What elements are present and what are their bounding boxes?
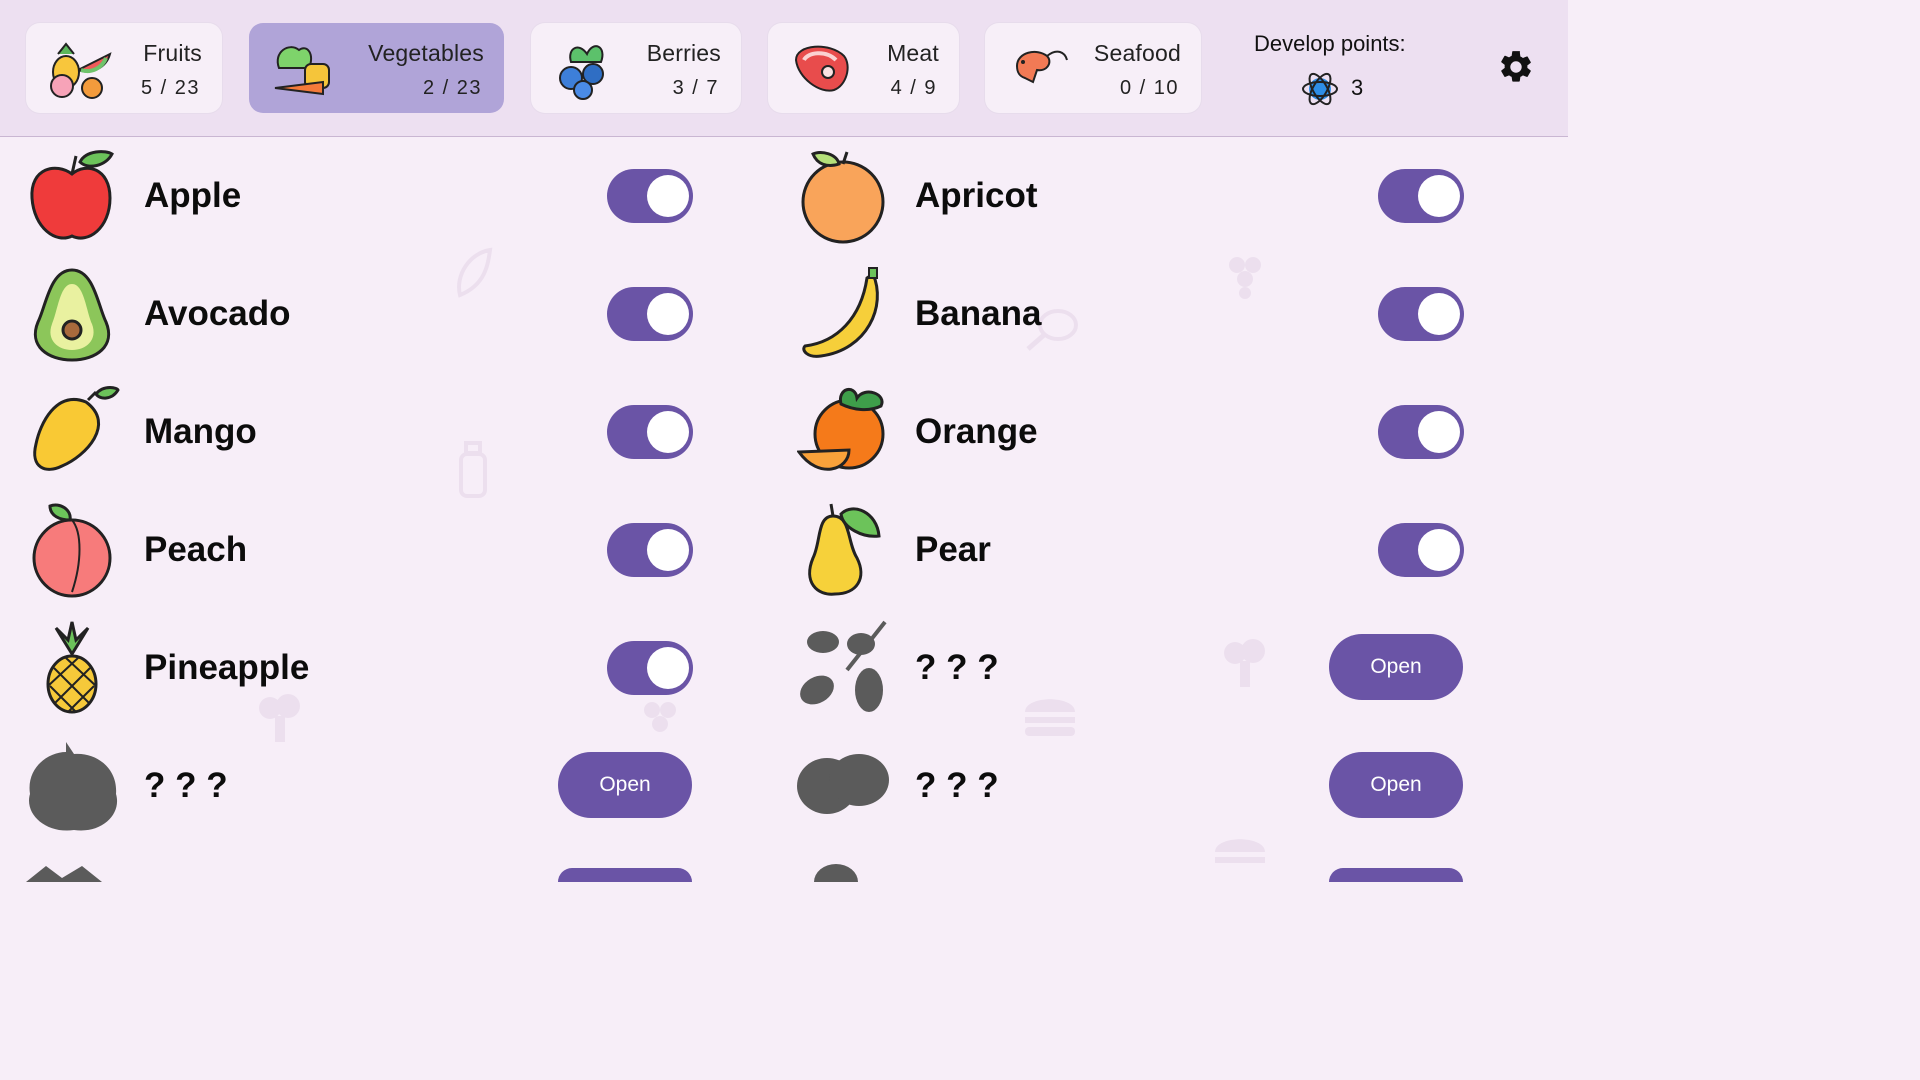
orange-icon xyxy=(797,388,885,471)
list-item-avocado: Avocado xyxy=(26,266,696,366)
unlock-toggle[interactable] xyxy=(1378,287,1464,341)
unlock-toggle[interactable] xyxy=(607,523,693,577)
tab-label: Fruits xyxy=(143,40,202,66)
tab-meat[interactable]: Meat 4 / 9 xyxy=(768,23,959,113)
toggle-knob xyxy=(647,175,689,217)
locked-durian-silhouette-icon xyxy=(29,742,118,831)
list-item-mango: Mango xyxy=(26,384,696,484)
item-name: Apple xyxy=(144,176,242,215)
toggle-knob xyxy=(1418,175,1460,217)
atom-icon xyxy=(1302,72,1338,106)
toggle-knob xyxy=(647,293,689,335)
fruit-basket-icon xyxy=(50,42,112,99)
banana-icon xyxy=(802,267,879,358)
pineapple-icon xyxy=(46,621,98,714)
steak-icon xyxy=(794,45,849,92)
open-button[interactable]: Open xyxy=(558,752,692,818)
item-name: ? ? ? xyxy=(144,766,228,805)
item-name: Orange xyxy=(915,412,1038,451)
list-item-locked: ? ? ? Open xyxy=(797,620,1467,720)
toggle-knob xyxy=(647,411,689,453)
unlock-toggle[interactable] xyxy=(607,287,693,341)
unlock-toggle[interactable] xyxy=(607,641,693,695)
list-item-banana: Banana xyxy=(797,266,1467,366)
item-name: Avocado xyxy=(144,294,291,333)
category-header: Fruits 5 / 23 Vegetables 2 / 23 Berries … xyxy=(0,0,1568,137)
avocado-icon xyxy=(33,268,111,362)
item-name: Apricot xyxy=(915,176,1038,215)
item-name: Banana xyxy=(915,294,1042,333)
tab-seafood[interactable]: Seafood 0 / 10 xyxy=(985,23,1201,113)
unlock-toggle[interactable] xyxy=(607,169,693,223)
partial-item-icon xyxy=(800,858,860,900)
peach-icon xyxy=(32,503,112,598)
shrimp-icon xyxy=(1015,50,1068,84)
unlock-toggle[interactable] xyxy=(607,405,693,459)
partial-open-button[interactable] xyxy=(1329,868,1463,882)
blueberries-icon xyxy=(559,45,604,100)
tab-progress: 2 / 23 xyxy=(422,77,482,99)
item-name: Pear xyxy=(915,530,991,569)
tab-label: Meat xyxy=(887,40,939,66)
toggle-knob xyxy=(1418,411,1460,453)
develop-points-label: Develop points: xyxy=(1254,31,1406,56)
list-item-orange: Orange xyxy=(797,384,1467,484)
vegetables-icon xyxy=(274,46,330,96)
toggle-knob xyxy=(1418,293,1460,335)
locked-kiwi-silhouette-icon xyxy=(797,754,889,814)
tab-progress: 5 / 23 xyxy=(140,77,200,99)
locked-olives-silhouette-icon xyxy=(800,620,887,712)
tab-progress: 4 / 9 xyxy=(890,77,937,99)
list-item-pineapple: Pineapple xyxy=(26,620,696,720)
toggle-knob xyxy=(647,647,689,689)
unlock-toggle[interactable] xyxy=(1378,523,1464,577)
tab-label: Vegetables xyxy=(368,40,484,66)
item-name: Pineapple xyxy=(144,648,310,687)
unlock-toggle[interactable] xyxy=(1378,405,1464,459)
tab-label: Berries xyxy=(646,40,721,66)
item-name: ? ? ? xyxy=(915,648,999,687)
open-button[interactable]: Open xyxy=(1329,752,1463,818)
unlock-toggle[interactable] xyxy=(1378,169,1464,223)
gear-icon[interactable] xyxy=(1497,48,1535,86)
partial-open-button[interactable] xyxy=(558,868,692,882)
toggle-knob xyxy=(1418,529,1460,571)
tab-progress: 0 / 10 xyxy=(1119,77,1179,99)
list-item-peach: Peach xyxy=(26,502,696,602)
tab-berries[interactable]: Berries 3 / 7 xyxy=(531,23,741,113)
list-item-pear: Pear xyxy=(797,502,1467,602)
item-name: Mango xyxy=(144,412,257,451)
list-item-locked: ? ? ? Open xyxy=(797,738,1467,838)
apricot-icon xyxy=(801,150,885,244)
partial-item-icon xyxy=(26,862,126,882)
item-name: Peach xyxy=(144,530,248,569)
toggle-knob xyxy=(647,529,689,571)
tab-label: Seafood xyxy=(1093,40,1181,66)
pear-icon xyxy=(808,503,881,596)
apple-icon xyxy=(30,150,114,240)
item-name: ? ? ? xyxy=(915,766,999,805)
mango-icon xyxy=(33,386,120,471)
tab-vegetables[interactable]: Vegetables 2 / 23 xyxy=(249,23,504,113)
develop-points-value: 3 xyxy=(1351,75,1364,100)
open-button[interactable]: Open xyxy=(1329,634,1463,700)
list-item-locked: ? ? ? Open xyxy=(26,738,696,838)
list-item-apple: Apple xyxy=(26,148,696,248)
tab-fruits[interactable]: Fruits 5 / 23 xyxy=(26,23,222,113)
tab-progress: 3 / 7 xyxy=(672,77,719,99)
list-item-apricot: Apricot xyxy=(797,148,1467,248)
